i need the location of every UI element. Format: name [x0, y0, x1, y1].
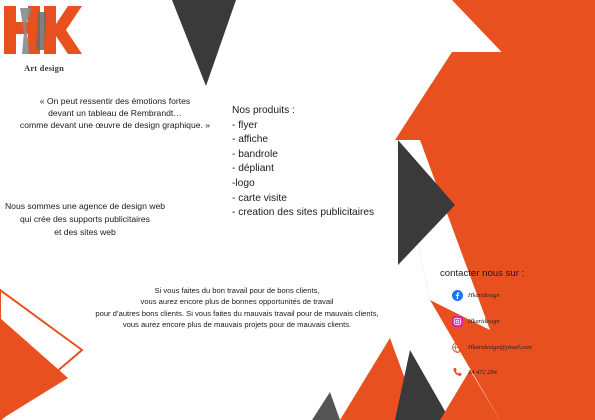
product-item: - carte visite — [232, 192, 287, 204]
contact-title: contacter nous sur : — [440, 268, 525, 279]
agency-line: qui crée des supports publicitaires — [20, 214, 150, 224]
top-dark-triangle — [172, 0, 236, 86]
product-item: - affiche — [232, 134, 269, 146]
product-item: - flyer — [232, 119, 258, 131]
agency-line: Nous sommes une agence de design web — [4, 201, 166, 211]
contact-text: Hkartdesign — [468, 291, 500, 299]
quote-line: comme devant une œuvre de design graphiq… — [19, 120, 211, 130]
contact-email[interactable]: Hkartdesign@ymail.com — [452, 340, 532, 354]
contact-instagram[interactable]: Hkartdesign — [452, 314, 500, 328]
phone-icon — [453, 367, 462, 376]
hk-logo-mark — [2, 2, 82, 58]
web-icon — [452, 341, 463, 353]
agency-line: et des sites web — [54, 227, 116, 237]
advice-line: vous aurez encore plus de mauvais projet… — [122, 320, 352, 330]
products-title: Nos produits : — [232, 105, 295, 116]
quote-line: devant un tableau de Rembrandt… — [48, 108, 182, 118]
advice-line: Si vous faites du bon travail pour de bo… — [154, 286, 320, 295]
product-item: - dépliant — [232, 163, 274, 175]
advice-block: Si vous faites du bon travail pour de bo… — [72, 285, 402, 331]
contact-text: Hkartdesign@ymail.com — [468, 343, 532, 351]
contact-phone[interactable]: 24 472 284 — [452, 365, 497, 379]
instagram-icon — [452, 315, 463, 327]
quote-line: « On peut ressentir des émotions fortes — [39, 96, 191, 106]
product-item: -logo — [232, 177, 255, 189]
bottom-right-dark-triangle — [395, 350, 450, 420]
brand-tagline: Art design — [24, 63, 65, 73]
quote-block: « On peut ressentir des émotions fortes … — [10, 95, 220, 131]
products-list: Nos produits : - flyer - affiche - bandr… — [232, 104, 402, 221]
bottom-grey-triangle — [312, 392, 340, 420]
advice-line: vous aurez encore plus de bonnes opportu… — [140, 297, 334, 307]
facebook-icon — [452, 289, 463, 301]
brand-logo: Art design — [2, 2, 82, 74]
contact-text: Hkartdesign — [468, 317, 500, 325]
product-item: - bandrole — [232, 148, 278, 160]
agency-description: Nous sommes une agence de design web qui… — [0, 200, 170, 239]
contact-text: 24 472 284 — [468, 368, 497, 376]
contact-facebook[interactable]: Hkartdesign — [452, 288, 500, 302]
product-item: - creation des sites publicitaires — [232, 207, 375, 219]
advice-line: pour d’autres bons clients. Si vous fait… — [95, 308, 379, 318]
